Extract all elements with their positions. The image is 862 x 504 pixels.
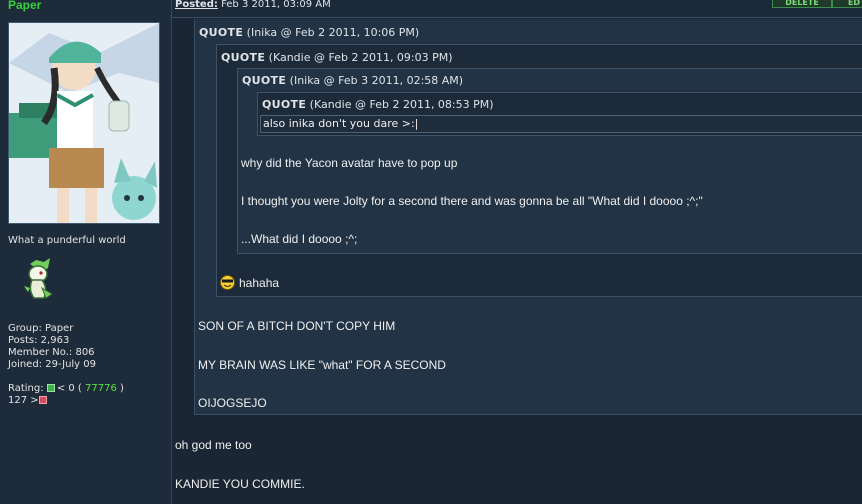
posted-date: Posted: Feb 3 2011, 03:09 AM xyxy=(175,0,331,10)
username[interactable]: Paper xyxy=(8,0,41,12)
rating-down-icon[interactable] xyxy=(38,396,47,404)
rating-up-icon[interactable] xyxy=(46,384,55,392)
rating-close: ) xyxy=(120,383,124,394)
rating-second: 127 > xyxy=(8,395,39,406)
quote3-line-1: why did the Yacon avatar have to pop up xyxy=(241,156,458,170)
user-panel: Paper What a punderful world Group: Pape… xyxy=(0,0,172,504)
quote-text-4: also inika don't you dare >:| xyxy=(260,115,862,133)
user-posts: Posts: 2,963 xyxy=(8,335,70,346)
quote-label-2: QUOTE xyxy=(221,51,266,64)
rating-mid: < 0 ( xyxy=(56,383,82,394)
quote1-line-3: OIJOGSEJO xyxy=(198,396,267,410)
user-title: What a punderful world xyxy=(8,235,126,246)
quote-header-1: QUOTE (Inika @ Feb 2 2011, 10:06 PM) xyxy=(199,26,419,39)
quote-label-3: QUOTE xyxy=(242,74,287,87)
quote-meta-4: (Kandie @ Feb 2 2011, 08:53 PM) xyxy=(309,98,494,111)
quote-label-1: QUOTE xyxy=(199,26,244,39)
quote-meta-2: (Kandie @ Feb 2 2011, 09:03 PM) xyxy=(268,51,453,64)
quote2-line-1-text: hahaha xyxy=(239,276,280,290)
quote-label-4: QUOTE xyxy=(262,98,307,111)
quote1-line-1: SON OF A BITCH DON'T COPY HIM xyxy=(198,319,396,333)
quote2-line-1: hahaha xyxy=(220,275,279,290)
posted-label: Posted: xyxy=(175,0,218,10)
post-header: Posted: Feb 3 2011, 03:09 AM DELETE ED xyxy=(172,0,862,18)
quote-header-4: QUOTE (Kandie @ Feb 2 2011, 08:53 PM) xyxy=(262,98,494,111)
edit-button[interactable]: ED xyxy=(832,0,862,8)
rating-row-2: 127 > xyxy=(8,395,124,407)
quote3-line-2: I thought you were Jolty for a second th… xyxy=(241,194,703,208)
posted-date-value: Feb 3 2011, 03:09 AM xyxy=(221,0,331,10)
rating-value: 77776 xyxy=(85,383,117,394)
post-line-1: oh god me too xyxy=(175,438,252,452)
user-member-no: Member No.: 806 xyxy=(8,347,95,358)
snivy-sprite xyxy=(22,258,56,302)
quote-meta-1: (Inika @ Feb 2 2011, 10:06 PM) xyxy=(246,26,420,39)
avatar-image xyxy=(8,22,160,224)
quote-block-4: QUOTE (Kandie @ Feb 2 2011, 08:53 PM) al… xyxy=(257,92,862,136)
quote-header-3: QUOTE (Inika @ Feb 3 2011, 02:58 AM) xyxy=(242,74,463,87)
post-line-2: KANDIE YOU COMMIE. xyxy=(175,477,305,491)
delete-button[interactable]: DELETE xyxy=(772,0,832,8)
rating-label: Rating: xyxy=(8,383,44,394)
user-stats: Group: Paper Posts: 2,963 Member No.: 80… xyxy=(8,323,124,407)
user-joined: Joined: 29-July 09 xyxy=(8,359,97,370)
cool-smiley-icon xyxy=(220,275,235,290)
quote-meta-3: (Inika @ Feb 3 2011, 02:58 AM) xyxy=(289,74,464,87)
quote1-line-2: MY BRAIN WAS LIKE "what" FOR A SECOND xyxy=(198,358,446,372)
quote-header-2: QUOTE (Kandie @ Feb 2 2011, 09:03 PM) xyxy=(221,51,453,64)
user-group: Group: Paper xyxy=(8,323,74,334)
quote3-line-3: ...What did I doooo ;^; xyxy=(241,232,358,246)
rating-row: Rating: < 0 ( 77776 ) xyxy=(8,383,124,395)
